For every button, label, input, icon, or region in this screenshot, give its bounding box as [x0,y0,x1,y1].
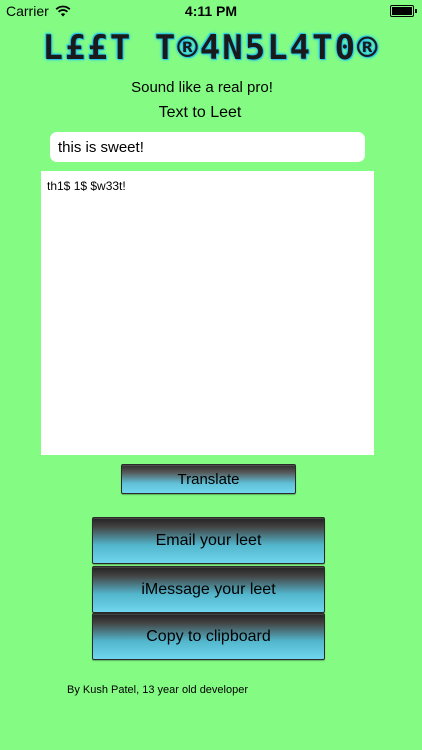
leet-output-text: th1$ 1$ $w33t! [47,179,126,193]
email-button[interactable]: Email your leet [92,517,325,564]
mode-label: Text to Leet [0,104,422,122]
battery-icon [390,5,417,17]
tagline: Sound like a real pro! [0,79,422,96]
status-bar: Carrier 4:11 PM [0,0,422,22]
imessage-button-label: iMessage your leet [141,580,276,598]
imessage-button[interactable]: iMessage your leet [92,566,325,613]
text-input[interactable] [50,132,365,162]
clock: 4:11 PM [184,3,238,19]
app-logo: L££T T®4N5L4T0® [42,28,380,68]
tagline-text: Sound like a real pro! [131,79,273,96]
translate-button-label: Translate [177,470,240,488]
translate-button[interactable]: Translate [121,464,296,494]
leet-output[interactable]: th1$ 1$ $w33t! [41,171,374,455]
mode-label-text: Text to Leet [158,104,242,121]
developer-credit: By Kush Patel, 13 year old developer [67,684,249,696]
copy-button-label: Copy to clipboard [146,627,271,645]
email-button-label: Email your leet [155,531,262,549]
copy-button[interactable]: Copy to clipboard [92,613,325,660]
